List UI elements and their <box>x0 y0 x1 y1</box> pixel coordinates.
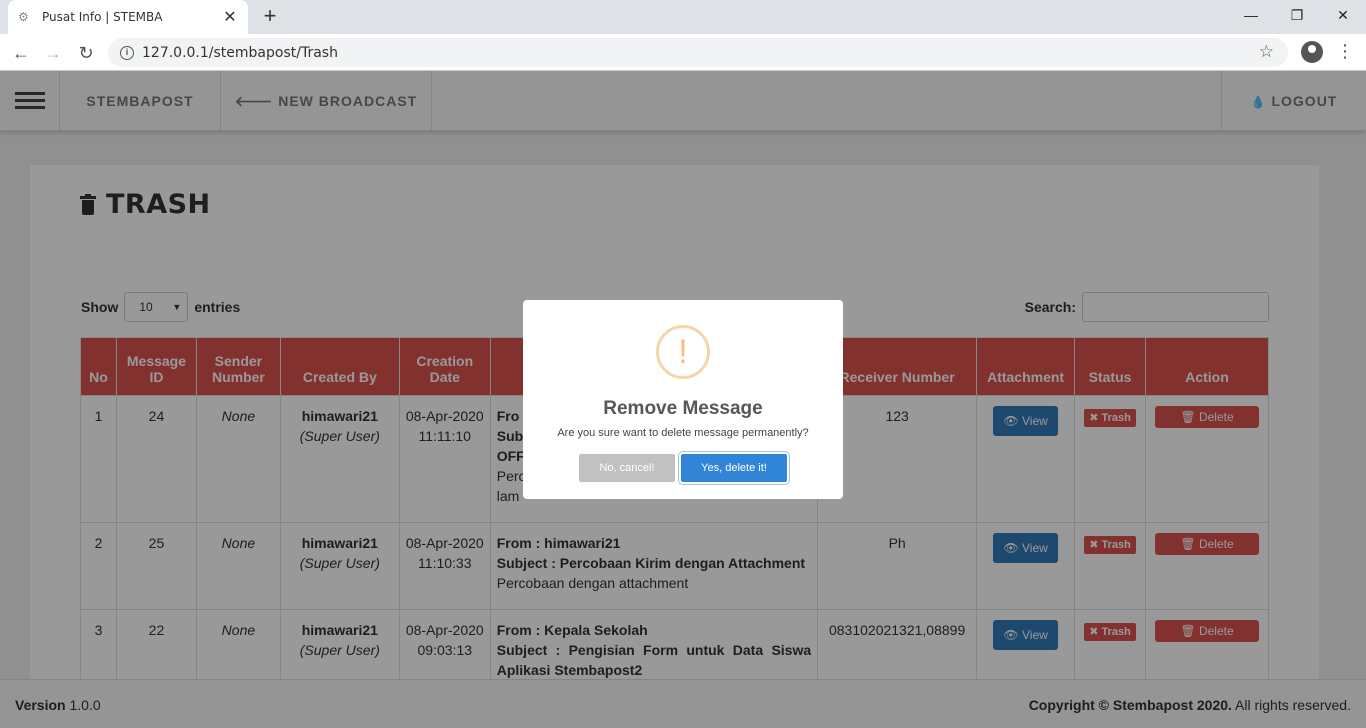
tab-title: Pusat Info | STEMBA <box>42 10 163 24</box>
confirm-dialog: ! Remove Message Are you sure want to de… <box>523 300 843 499</box>
dialog-title: Remove Message <box>603 398 763 419</box>
new-tab-button[interactable]: + <box>258 4 282 28</box>
address-bar: ← → ↻ i 127.0.0.1/stembapost/Trash ☆ <box>0 34 1366 71</box>
back-arrow-icon[interactable]: ← <box>8 40 34 66</box>
dialog-text: Are you sure want to delete message perm… <box>557 427 809 439</box>
maximize-button[interactable]: ❐ <box>1274 0 1320 30</box>
window-close-button[interactable]: ✕ <box>1320 0 1366 30</box>
site-info-icon[interactable]: i <box>120 45 134 60</box>
forward-arrow-icon[interactable]: → <box>40 40 66 66</box>
browser-tab-bar: ⚙ Pusat Info | STEMBA ✕ + — ❐ ✕ <box>0 0 1366 34</box>
account-icon[interactable] <box>1301 41 1323 63</box>
browser-menu-icon[interactable]: ⋮ <box>1336 41 1354 62</box>
cancel-button[interactable]: No, cancel! <box>579 454 675 482</box>
confirm-delete-button[interactable]: Yes, delete it! <box>681 454 787 482</box>
tab-close-icon[interactable]: ✕ <box>222 7 238 27</box>
favicon-icon: ⚙ <box>18 10 29 24</box>
browser-tab[interactable]: ⚙ Pusat Info | STEMBA ✕ <box>8 0 248 34</box>
bookmark-star-icon[interactable]: ☆ <box>1259 42 1274 62</box>
minimize-button[interactable]: — <box>1228 0 1274 30</box>
reload-icon[interactable]: ↻ <box>73 40 99 66</box>
url-box[interactable]: i 127.0.0.1/stembapost/Trash ☆ <box>108 38 1288 67</box>
url-text[interactable]: 127.0.0.1/stembapost/Trash <box>142 45 338 61</box>
warning-icon: ! <box>656 325 710 379</box>
